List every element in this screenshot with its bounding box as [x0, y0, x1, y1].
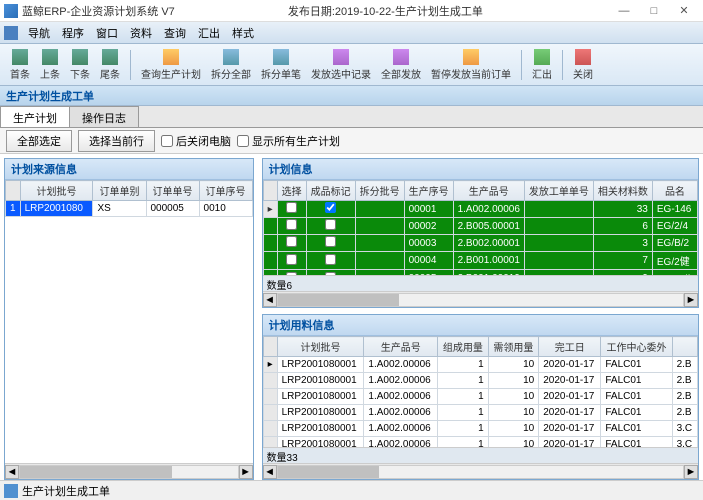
split-all-icon: [223, 49, 239, 65]
plan-info-hscroll[interactable]: ◄►: [263, 291, 698, 307]
doc-icon: [4, 484, 18, 498]
tab-log[interactable]: 操作日志: [69, 106, 139, 127]
first-record-button[interactable]: 首条: [6, 47, 34, 83]
select-current-button[interactable]: 选择当前行: [78, 130, 155, 152]
next-icon: [72, 49, 88, 65]
select-all-button[interactable]: 全部选定: [6, 130, 72, 152]
window-title: 蓝鲸ERP-企业资源计划系统 V7 发布日期:2019-10-22-生产计划生成…: [22, 3, 609, 19]
send-sel-icon: [333, 49, 349, 65]
row-mark-checkbox[interactable]: [325, 219, 336, 230]
tab-plan[interactable]: 生产计划: [0, 106, 70, 127]
table-row[interactable]: LRP20010800011.A002.000061102020-01-17FA…: [263, 373, 697, 389]
split-one-icon: [273, 49, 289, 65]
prev-icon: [42, 49, 58, 65]
source-panel: 计划来源信息 计划批号订单单别订单单号订单序号 1LRP2001080XS000…: [4, 158, 254, 480]
title-bar: 蓝鲸ERP-企业资源计划系统 V7 发布日期:2019-10-22-生产计划生成…: [0, 0, 703, 22]
shutdown-checkbox[interactable]: 后关闭电脑: [161, 133, 231, 149]
table-row[interactable]: 1LRP2001080XS0000050010: [6, 201, 253, 217]
bottom-bar: 生产计划生成工单: [0, 480, 703, 500]
menu-program[interactable]: 程序: [56, 23, 90, 43]
menu-query[interactable]: 查询: [158, 23, 192, 43]
table-row[interactable]: LRP20010800011.A002.000061102020-01-17FA…: [263, 421, 697, 437]
row-select-checkbox[interactable]: [286, 219, 297, 230]
first-icon: [12, 49, 28, 65]
material-hscroll[interactable]: ◄►: [263, 463, 698, 479]
operation-bar: 全部选定 选择当前行 后关闭电脑 显示所有生产计划: [0, 128, 703, 154]
last-icon: [102, 49, 118, 65]
close-icon: [575, 49, 591, 65]
pause-icon: [463, 49, 479, 65]
close-button[interactable]: ✕: [669, 1, 699, 21]
plan-info-footer: 数量6: [263, 275, 698, 291]
menu-export[interactable]: 汇出: [192, 23, 226, 43]
toolbar: 首条 上条 下条 尾条 查询生产计划 拆分全部 拆分单笔 发放选中记录 全部发放…: [0, 44, 703, 86]
plan-info-panel: 计划信息 选择成品标记拆分批号生产序号生产品号发放工单单号相关材料数品名 ▸00…: [262, 158, 699, 308]
plan-info-grid[interactable]: 选择成品标记拆分批号生产序号生产品号发放工单单号相关材料数品名 ▸000011.…: [263, 180, 698, 275]
row-select-checkbox[interactable]: [286, 254, 297, 265]
minimize-button[interactable]: —: [609, 1, 639, 21]
send-selected-button[interactable]: 发放选中记录: [307, 47, 375, 83]
prev-record-button[interactable]: 上条: [36, 47, 64, 83]
menu-data[interactable]: 资料: [124, 23, 158, 43]
table-row[interactable]: ▸LRP20010800011.A002.000061102020-01-17F…: [263, 357, 697, 373]
split-one-button[interactable]: 拆分单笔: [257, 47, 305, 83]
table-row[interactable]: 000032.B002.000013EG/B/2: [263, 235, 697, 252]
last-record-button[interactable]: 尾条: [96, 47, 124, 83]
source-panel-title: 计划来源信息: [5, 159, 253, 180]
send-all-icon: [393, 49, 409, 65]
bottom-tab[interactable]: 生产计划生成工单: [22, 483, 110, 499]
menu-bar: 导航 程序 窗口 资料 查询 汇出 样式: [0, 22, 703, 44]
pause-send-button[interactable]: 暂停发放当前订单: [427, 47, 515, 83]
export-button[interactable]: 汇出: [528, 47, 556, 83]
query-plan-button[interactable]: 查询生产计划: [137, 47, 205, 83]
row-select-checkbox[interactable]: [286, 236, 297, 247]
table-row[interactable]: LRP20010800011.A002.000061102020-01-17FA…: [263, 437, 697, 448]
source-hscroll[interactable]: ◄►: [5, 463, 253, 479]
table-row[interactable]: LRP20010800011.A002.000061102020-01-17FA…: [263, 405, 697, 421]
material-panel: 计划用料信息 计划批号生产品号组成用量需领用量完工日工作中心委外 ▸LRP200…: [262, 314, 699, 480]
material-grid[interactable]: 计划批号生产品号组成用量需领用量完工日工作中心委外 ▸LRP2001080001…: [263, 336, 698, 447]
show-all-checkbox[interactable]: 显示所有生产计划: [237, 133, 340, 149]
tab-strip: 生产计划 操作日志: [0, 106, 703, 128]
table-row[interactable]: 000052.B001.000199EG/4-收: [263, 270, 697, 276]
send-all-button[interactable]: 全部发放: [377, 47, 425, 83]
row-mark-checkbox[interactable]: [325, 254, 336, 265]
material-title: 计划用料信息: [263, 315, 698, 336]
source-grid[interactable]: 计划批号订单单别订单单号订单序号 1LRP2001080XS0000050010: [5, 180, 253, 463]
table-row[interactable]: ▸000011.A002.0000633EG-146: [263, 201, 697, 218]
row-mark-checkbox[interactable]: [325, 272, 336, 276]
menu-window[interactable]: 窗口: [90, 23, 124, 43]
menu-format[interactable]: 样式: [226, 23, 260, 43]
maximize-button[interactable]: □: [639, 1, 669, 21]
menu-nav[interactable]: 导航: [22, 23, 56, 43]
table-row[interactable]: LRP20010800011.A002.000061102020-01-17FA…: [263, 389, 697, 405]
next-record-button[interactable]: 下条: [66, 47, 94, 83]
export-icon: [534, 49, 550, 65]
close-tool-button[interactable]: 关闭: [569, 47, 597, 83]
row-mark-checkbox[interactable]: [325, 236, 336, 247]
row-mark-checkbox[interactable]: [325, 202, 336, 213]
app-icon: [4, 4, 18, 18]
menu-icon: [4, 26, 18, 40]
material-footer: 数量33: [263, 447, 698, 463]
table-row[interactable]: 000042.B001.000017EG/2健: [263, 252, 697, 270]
table-row[interactable]: 000022.B005.000016EG/2/4: [263, 218, 697, 235]
split-all-button[interactable]: 拆分全部: [207, 47, 255, 83]
row-select-checkbox[interactable]: [286, 272, 297, 276]
query-icon: [163, 49, 179, 65]
row-select-checkbox[interactable]: [286, 202, 297, 213]
plan-info-title: 计划信息: [263, 159, 698, 180]
page-title: 生产计划生成工单: [0, 86, 703, 106]
